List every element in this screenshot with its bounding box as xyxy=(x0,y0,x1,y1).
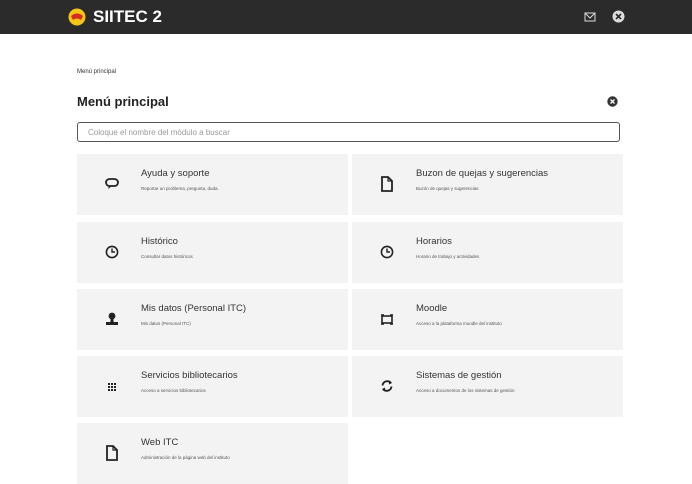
module-subtitle: Consultar datos históricos xyxy=(141,254,193,259)
module-title: Web ITC xyxy=(141,437,179,448)
moodle-icon xyxy=(381,314,393,325)
module-title: Sistemas de gestión xyxy=(416,370,502,381)
document-icon xyxy=(106,445,118,461)
clock-icon xyxy=(380,245,394,259)
module-card-buzon[interactable]: Buzon de quejas y sugerencias Buzón de q… xyxy=(352,154,623,215)
module-subtitle: Reportar un problema, pregunta, duda. xyxy=(141,186,219,191)
close-icon[interactable] xyxy=(607,96,618,107)
module-title: Buzon de quejas y sugerencias xyxy=(416,168,549,179)
module-title: Servicios bibliotecarios xyxy=(141,370,238,381)
module-subtitle: Acceso a servicios bibliotecarios xyxy=(141,388,206,393)
top-bar: SIITEC 2 xyxy=(0,0,692,34)
app-name: SIITEC 2 xyxy=(93,7,162,26)
module-card-web-itc[interactable]: Web ITC Administración de la página web … xyxy=(77,423,348,484)
chat-icon xyxy=(105,178,119,189)
document-icon xyxy=(381,176,393,192)
module-subtitle: Acceso a la plataforma moodle del instit… xyxy=(416,321,502,326)
search-input[interactable] xyxy=(77,122,620,142)
module-card-ayuda[interactable]: Ayuda y soporte Reportar un problema, pr… xyxy=(77,154,348,215)
module-title: Histórico xyxy=(141,236,178,247)
close-icon[interactable] xyxy=(612,10,625,23)
module-subtitle: Acceso a documentos de los sistemas de g… xyxy=(416,388,515,393)
module-card-mis-datos[interactable]: Mis datos (Personal ITC) Mis datos (Pers… xyxy=(77,289,348,350)
module-card-historico[interactable]: Histórico Consultar datos históricos xyxy=(77,222,348,283)
refresh-icon xyxy=(381,380,393,392)
module-subtitle: Buzón de quejas y sugerencias xyxy=(416,186,479,191)
module-title: Mis datos (Personal ITC) xyxy=(141,303,247,314)
person-icon xyxy=(106,312,118,325)
module-subtitle: Mis datos (Personal ITC) xyxy=(141,321,191,326)
mail-icon[interactable] xyxy=(584,10,596,24)
module-card-moodle[interactable]: Moodle Acceso a la plataforma moodle del… xyxy=(352,289,623,350)
breadcrumb[interactable]: Menú principal xyxy=(77,69,116,75)
module-title: Horarios xyxy=(416,236,452,247)
module-title: Moodle xyxy=(416,303,448,314)
module-subtitle: Horario de trabajo y actividades xyxy=(416,254,480,259)
grid-icon xyxy=(108,383,116,391)
module-title: Ayuda y soporte xyxy=(141,168,210,179)
module-subtitle: Administración de la página web del inst… xyxy=(141,455,230,460)
page-title: Menú principal xyxy=(77,94,169,109)
module-card-horarios[interactable]: Horarios Horario de trabajo y actividade… xyxy=(352,222,623,283)
module-card-sistemas[interactable]: Sistemas de gestión Acceso a documentos … xyxy=(352,356,623,417)
module-card-servicios[interactable]: Servicios bibliotecarios Acceso a servic… xyxy=(77,356,348,417)
logo-icon xyxy=(68,8,86,26)
clock-icon xyxy=(105,245,119,259)
